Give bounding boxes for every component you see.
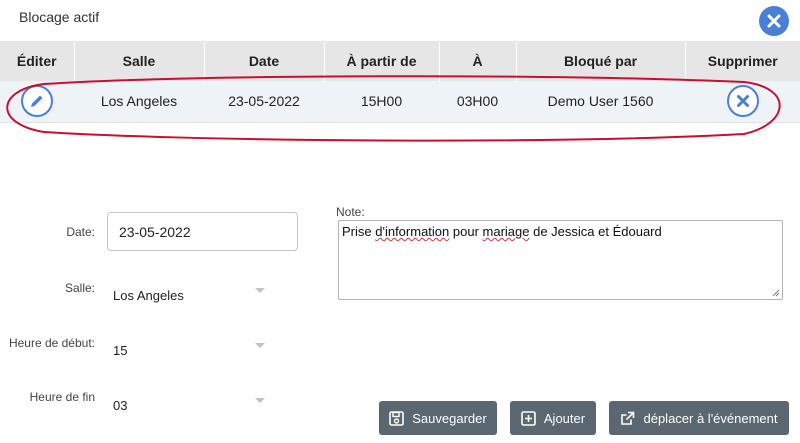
start-hour-value: 15 bbox=[113, 342, 128, 358]
note-text-part: de Jessica et Édouard bbox=[529, 224, 662, 239]
move-button-label: déplacer à l'événement bbox=[643, 410, 778, 426]
save-button[interactable]: Sauvegarder bbox=[379, 401, 497, 435]
note-text-part: pour bbox=[449, 224, 483, 239]
room-select[interactable]: Los Angeles bbox=[113, 285, 268, 305]
floppy-disk-icon bbox=[389, 410, 405, 426]
date-label: Date: bbox=[66, 225, 95, 239]
add-button[interactable]: Ajouter bbox=[510, 401, 596, 435]
start-hour-label: Heure de début: bbox=[8, 336, 95, 350]
move-to-event-button[interactable]: déplacer à l'événement bbox=[609, 401, 789, 435]
room-label: Salle: bbox=[64, 281, 95, 295]
room-dropdown-caret-icon[interactable] bbox=[255, 288, 265, 293]
column-header-edit: Éditer bbox=[0, 41, 75, 81]
column-header-to: À bbox=[439, 41, 517, 81]
external-link-icon bbox=[620, 411, 635, 426]
note-text-part-spellcheck: mariage bbox=[482, 224, 530, 239]
table-row: Los Angeles 23-05-2022 15H00 03H00 Demo … bbox=[0, 81, 800, 123]
edit-cell bbox=[0, 81, 74, 123]
table-header-row: Éditer Salle Date À partir de À Bloqué p… bbox=[0, 41, 800, 81]
close-icon bbox=[767, 14, 781, 28]
close-dialog-button[interactable] bbox=[759, 6, 789, 36]
note-label: Note: bbox=[336, 205, 365, 219]
active-blocks-table: Éditer Salle Date À partir de À Bloqué p… bbox=[0, 41, 800, 123]
end-hour-dropdown-caret-icon[interactable] bbox=[255, 398, 265, 403]
pencil-icon bbox=[31, 95, 43, 108]
note-textarea[interactable]: Prise d'information pour mariage de Jess… bbox=[338, 220, 783, 300]
column-header-delete: Supprimer bbox=[685, 41, 800, 81]
x-circle-icon bbox=[736, 95, 749, 108]
start-hour-dropdown-caret-icon[interactable] bbox=[255, 343, 265, 348]
resize-grip-icon[interactable] bbox=[772, 289, 780, 297]
date-input[interactable]: 23-05-2022 bbox=[107, 212, 298, 251]
start-hour-select[interactable]: 15 bbox=[113, 340, 268, 360]
blocked-by-cell: Demo User 1560 bbox=[516, 81, 685, 123]
save-button-label: Sauvegarder bbox=[412, 410, 487, 426]
plus-square-icon bbox=[521, 410, 536, 426]
column-header-date: Date bbox=[204, 41, 325, 81]
delete-cell bbox=[685, 81, 800, 123]
column-header-room: Salle bbox=[74, 41, 205, 81]
column-header-from: À partir de bbox=[324, 41, 440, 81]
add-button-label: Ajouter bbox=[543, 410, 586, 426]
date-cell: 23-05-2022 bbox=[204, 81, 324, 123]
to-cell: 03H00 bbox=[439, 81, 516, 123]
end-hour-select[interactable]: 03 bbox=[113, 395, 268, 415]
edit-button[interactable] bbox=[21, 85, 53, 118]
column-header-blocked-by: Bloqué par bbox=[516, 41, 686, 81]
end-hour-value: 03 bbox=[113, 397, 128, 413]
note-text-part-spellcheck: d'information bbox=[375, 224, 450, 239]
delete-button[interactable] bbox=[726, 85, 759, 118]
room-select-value: Los Angeles bbox=[113, 287, 184, 303]
from-cell: 15H00 bbox=[324, 81, 439, 123]
note-text-part: Prise bbox=[342, 224, 376, 239]
room-cell: Los Angeles bbox=[74, 81, 204, 123]
end-hour-label: Heure de fin bbox=[29, 390, 95, 404]
dialog-title: Blocage actif bbox=[19, 9, 100, 25]
